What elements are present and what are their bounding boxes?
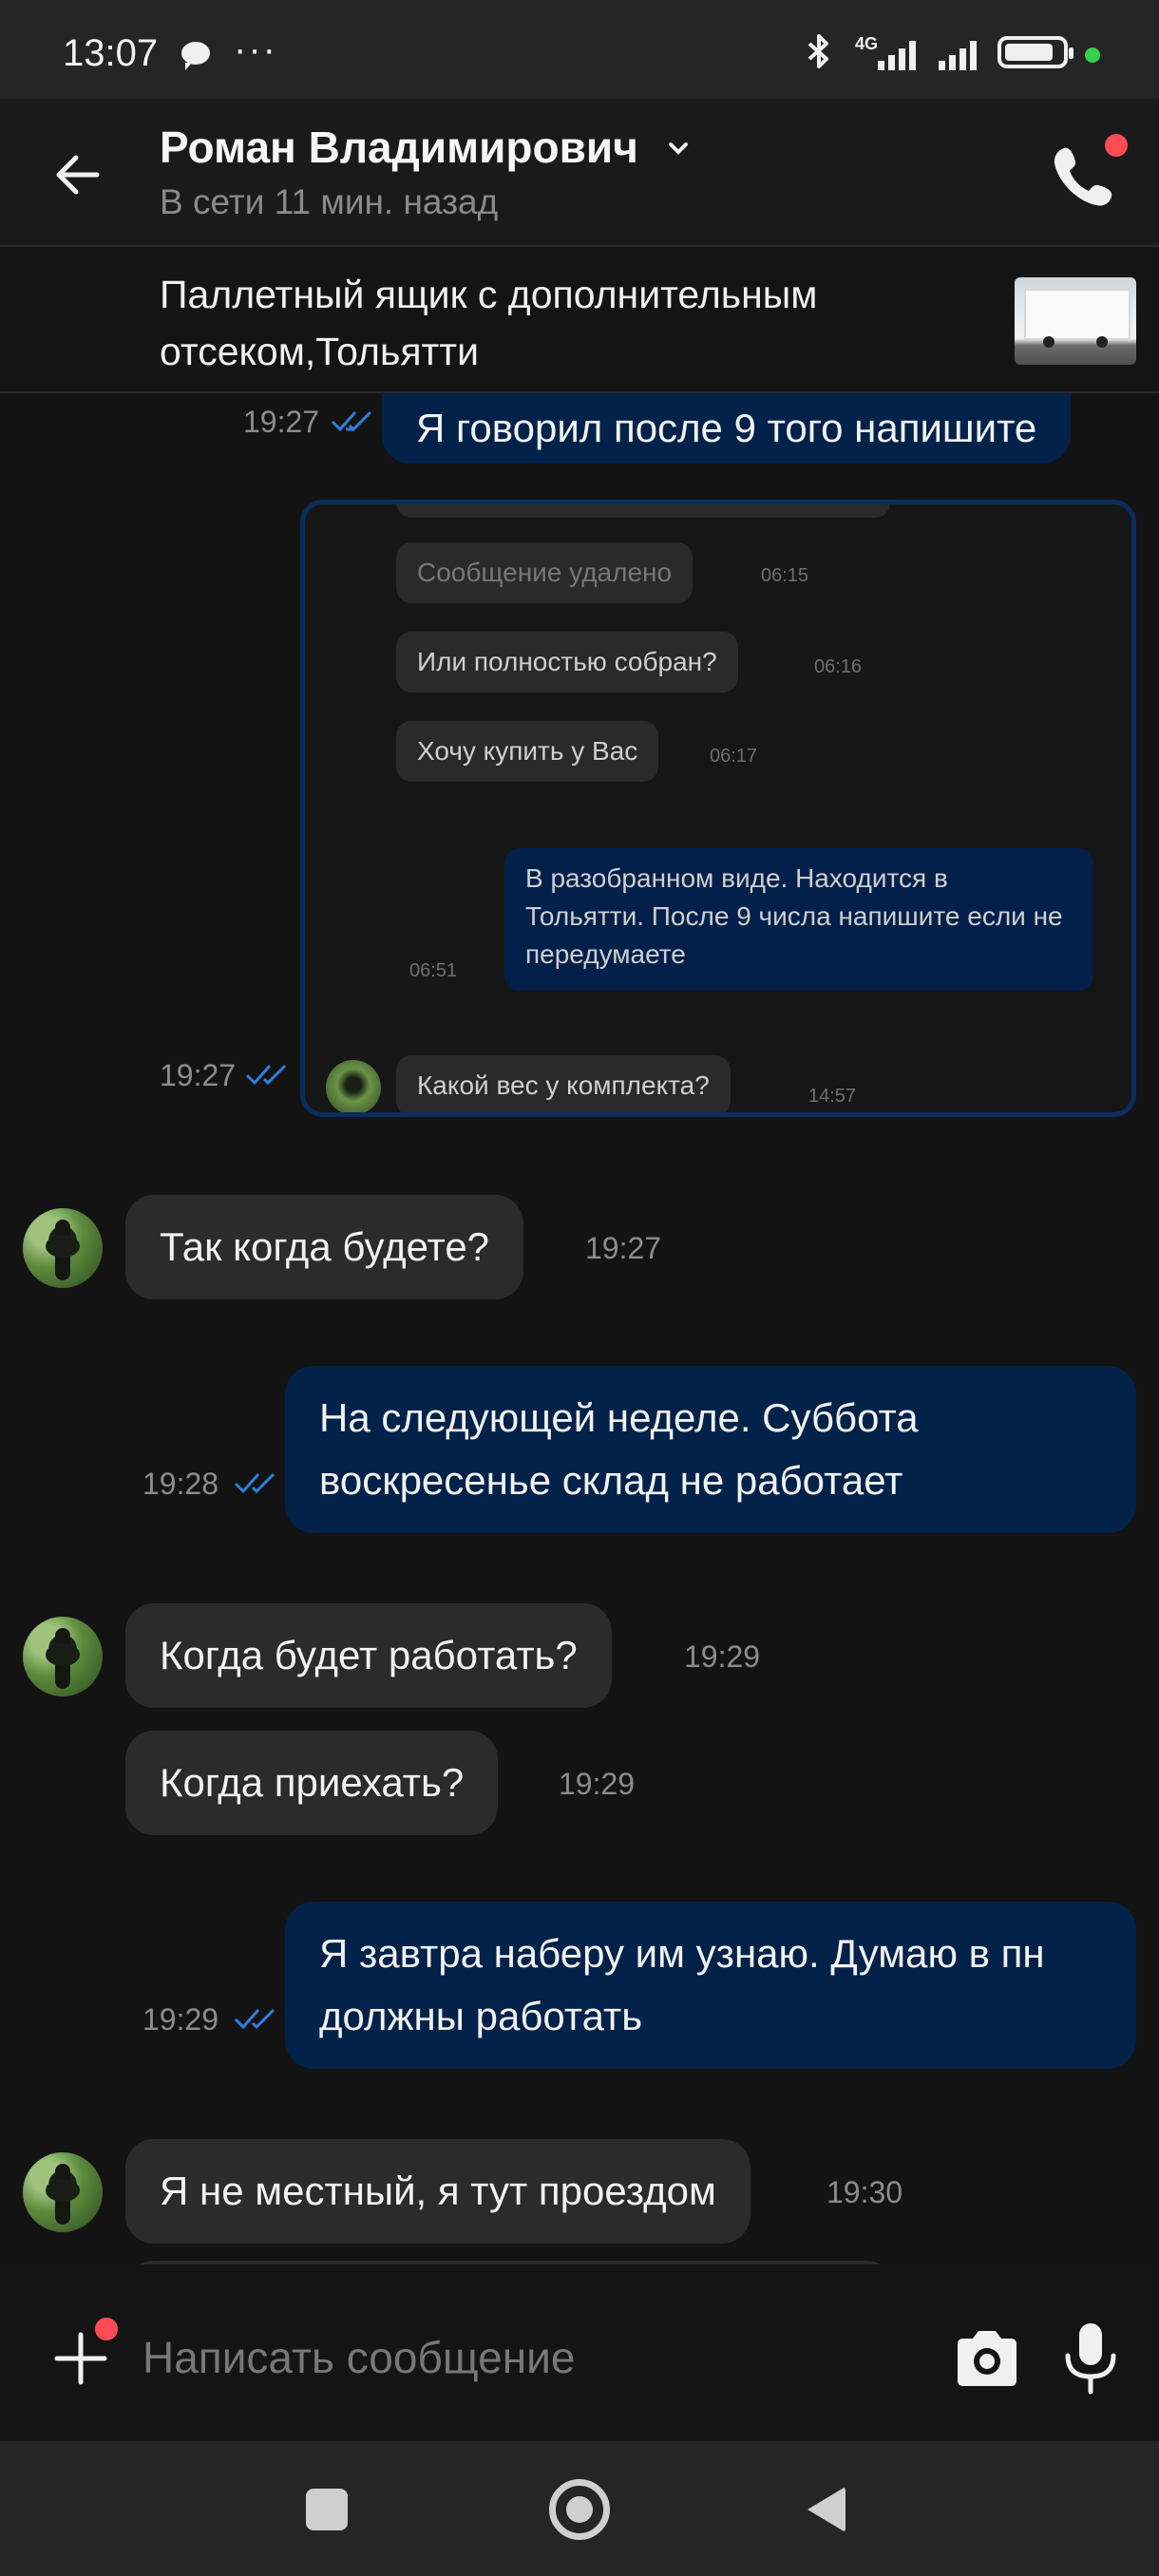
message-time: 19:29 [142,2002,219,2036]
mini-text: Сообщение удалено [417,558,673,587]
mini-bubble-deleted: Сообщение удалено [396,542,694,603]
camera-icon[interactable] [954,2329,1020,2388]
more-notifications-icon: ··· [234,28,277,70]
mini-time: 06:16 [814,656,863,677]
mini-bubble-incoming: Или полностью собран? [396,632,738,692]
signal-icon [878,41,916,70]
call-notification-dot [1105,134,1128,157]
message-text: Когда будет работать? [160,1633,578,1677]
network-type: 4G [855,34,879,53]
message-text: Я завтра наберу им узнаю. Думаю в пн дол… [319,1931,1045,2038]
message-text: Я не местный, я тут проездом [160,2169,716,2213]
listing-thumbnail[interactable] [1015,277,1136,365]
message-text: Я говорил после 9 того напишите [416,406,1037,450]
message-composer [0,2264,1159,2441]
screenshot-image-message[interactable]: Сообщение удалено 06:15 Или полностью со… [300,500,1136,1117]
microphone-icon[interactable] [1062,2321,1119,2396]
message-time: 19:28 [142,1467,219,1501]
read-ticks-icon [245,1064,287,1086]
mini-text: Хочу купить у Вас [417,736,638,766]
message-time: 19:29 [559,1767,636,1801]
mini-time: 06:17 [710,746,758,767]
message-bubble-incoming[interactable]: Я не местный, я тут проездом [125,2139,750,2244]
listing-title[interactable]: Паллетный ящик с дополнительным отсеком,… [160,266,967,380]
message-bubble-outgoing[interactable]: На следующей неделе. Суббота воскресенье… [285,1366,1136,1533]
message-bubble-incoming[interactable]: Когда приехать? [125,1731,499,1835]
read-ticks-icon [234,1472,276,1494]
mini-bubble-incoming: Какой вес у комплекта? [396,1055,731,1112]
read-ticks-icon [331,410,372,432]
attachment-notification-dot [95,2318,118,2340]
mini-text: Какой вес у комплекта? [417,1070,710,1100]
message-bubble-incoming[interactable]: Когда будет работать? [125,1603,612,1708]
mini-bubble-cut [396,504,890,518]
message-bubble-outgoing[interactable]: Я завтра наберу им узнаю. Думаю в пн дол… [285,1902,1136,2069]
plus-icon[interactable] [53,2331,108,2386]
contact-name[interactable]: Роман Владимирович [160,122,638,173]
contact-avatar[interactable] [23,2152,103,2232]
contact-status: В сети 11 мин. назад [160,182,499,221]
system-nav-bar [0,2441,1159,2576]
message-time: 19:30 [826,2175,903,2209]
mini-time: 06:15 [761,565,809,586]
contact-avatar[interactable] [23,1208,103,1288]
home-icon[interactable] [549,2479,610,2540]
mini-bubble-outgoing: В разобранном виде. Находится в Тольятти… [504,848,1093,991]
message-time: 19:27 [243,405,320,439]
battery-icon [998,36,1074,68]
system-back-icon[interactable] [808,2487,846,2532]
mini-time: 14:57 [808,1086,857,1107]
listing-banner[interactable]: Паллетный ящик с дополнительным отсеком,… [0,245,1159,393]
message-input[interactable] [142,2321,922,2394]
mini-time: 06:51 [409,960,458,981]
message-text: Когда приехать? [160,1760,465,1805]
privacy-indicator-dot [1085,47,1100,63]
mini-text: В разобранном виде. Находится в Тольятти… [525,863,1063,969]
recent-apps-icon[interactable] [306,2489,348,2530]
mini-bubble-incoming: Хочу купить у Вас [396,721,659,782]
message-list[interactable]: 19:27 Я говорил после 9 того напишите 19… [0,393,1159,2264]
contact-avatar[interactable] [23,1617,103,1696]
bluetooth-icon [808,34,828,68]
mini-text: Или полностью собран? [417,647,717,676]
message-time: 19:27 [160,1058,237,1092]
message-time: 19:27 [585,1231,662,1265]
mini-avatar [326,1060,381,1112]
message-text: Так когда будете? [160,1224,490,1269]
message-text: На следующей неделе. Суббота воскресенье… [319,1395,919,1503]
message-bubble-incoming[interactable]: Так когда будете? [125,1195,524,1299]
chat-bubble-icon [181,42,210,70]
back-arrow-icon[interactable] [49,146,106,203]
message-bubble-outgoing[interactable]: Я говорил после 9 того напишите [382,393,1072,464]
status-bar: 13:07 ··· 4G [0,0,1159,99]
chevron-down-icon[interactable] [665,135,692,161]
chat-header: Роман Владимирович В сети 11 мин. назад [0,99,1159,245]
message-time: 19:29 [684,1639,761,1674]
signal-icon-2 [939,41,977,70]
status-time: 13:07 [63,32,159,74]
read-ticks-icon [234,2008,276,2030]
